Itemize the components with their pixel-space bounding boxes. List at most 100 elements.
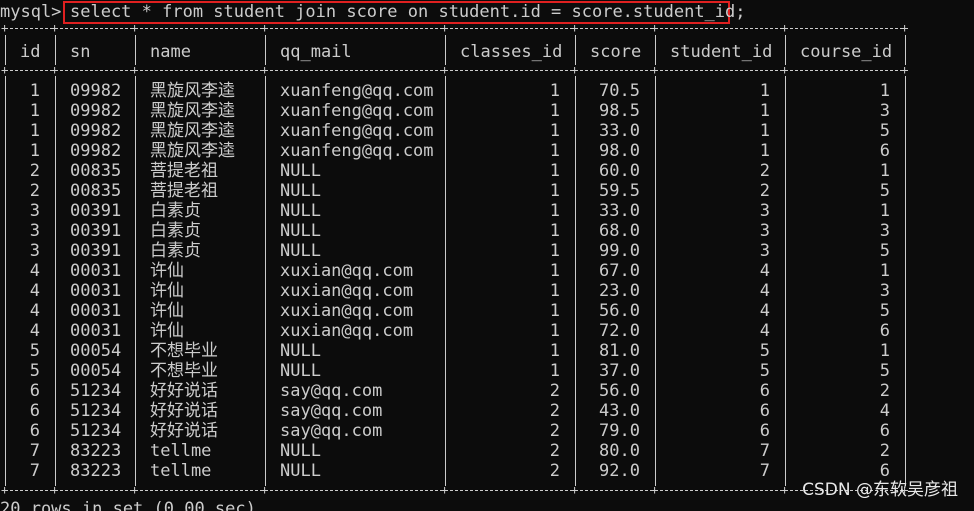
table-cell: tellme [150, 441, 212, 461]
table-cell: 5 [879, 241, 890, 261]
table-border-top-corner: + [901, 21, 909, 35]
column-separator [655, 35, 656, 65]
column-header: course_id [800, 42, 893, 62]
table-cell: 72.0 [599, 321, 640, 341]
table-border-top-corner: + [651, 21, 659, 35]
table-cell: 6 [879, 321, 890, 341]
table-cell: 4 [759, 281, 770, 301]
table-cell: 1 [29, 121, 40, 141]
table-border-header-corner: + [261, 63, 269, 77]
table-border-top-corner: + [781, 21, 789, 35]
table-cell: 2 [549, 461, 560, 481]
table-cell: 4 [29, 301, 40, 321]
table-cell: 5 [879, 181, 890, 201]
column-separator [265, 35, 266, 65]
table-cell: 60.0 [599, 161, 640, 181]
table-cell: 6 [879, 461, 890, 481]
table-cell: 好好说话 [150, 381, 218, 401]
table-cell: NULL [280, 221, 321, 241]
table-cell: 1 [29, 81, 40, 101]
table-cell: 67.0 [599, 261, 640, 281]
table-cell: NULL [280, 341, 321, 361]
table-cell: 43.0 [599, 401, 640, 421]
table-cell: NULL [280, 461, 321, 481]
column-separator [5, 35, 6, 65]
terminal-window[interactable]: mysql> select * from student join score … [0, 0, 974, 511]
table-cell: xuxian@qq.com [280, 261, 414, 281]
table-cell: 3 [29, 201, 40, 221]
table-border-top [5, 28, 908, 29]
table-cell: 3 [29, 221, 40, 241]
column-separator [55, 35, 56, 65]
table-cell: 56.0 [599, 381, 640, 401]
table-cell: 1 [759, 121, 770, 141]
table-cell: 5 [879, 301, 890, 321]
table-cell: 2 [879, 441, 890, 461]
column-separator [575, 35, 576, 65]
column-separator [445, 35, 446, 65]
table-cell: 6 [29, 401, 40, 421]
table-cell: NULL [280, 441, 321, 461]
column-header: classes_id [460, 42, 563, 62]
column-separator [55, 76, 56, 486]
table-cell: xuxian@qq.com [280, 301, 414, 321]
table-cell: xuxian@qq.com [280, 321, 414, 341]
table-cell: 23.0 [599, 281, 640, 301]
table-cell: 1 [879, 201, 890, 221]
table-cell: 81.0 [599, 341, 640, 361]
column-header: id [20, 42, 41, 62]
table-cell: 5 [879, 361, 890, 381]
table-cell: 1 [759, 141, 770, 161]
table-cell: xuxian@qq.com [280, 281, 414, 301]
table-border-top-corner: + [1, 21, 9, 35]
table-cell: 2 [549, 441, 560, 461]
table-cell: 4 [29, 261, 40, 281]
column-separator [135, 35, 136, 65]
table-cell: NULL [280, 181, 321, 201]
column-separator [905, 76, 906, 486]
sql-command: select * from student join score on stud… [70, 2, 746, 22]
table-cell: 1 [29, 141, 40, 161]
table-border-header-corner: + [901, 63, 909, 77]
table-cell: 33.0 [599, 121, 640, 141]
table-cell: xuanfeng@qq.com [280, 141, 434, 161]
table-cell: 3 [879, 281, 890, 301]
table-cell: 09982 [70, 101, 122, 121]
table-cell: 00031 [70, 261, 122, 281]
table-cell: 4 [29, 281, 40, 301]
table-border-bottom [5, 490, 908, 491]
table-cell: 4 [759, 301, 770, 321]
table-cell: 4 [879, 401, 890, 421]
table-cell: 00031 [70, 281, 122, 301]
table-cell: 1 [549, 201, 560, 221]
table-cell: 00031 [70, 301, 122, 321]
table-cell: 黑旋风李逵 [150, 141, 235, 161]
column-header: qq_mail [280, 42, 352, 62]
table-cell: 好好说话 [150, 421, 218, 441]
table-cell: 70.5 [599, 81, 640, 101]
table-cell: say@qq.com [280, 401, 383, 421]
table-cell: 许仙 [150, 281, 184, 301]
table-cell: 7 [759, 461, 770, 481]
table-border-header-corner: + [571, 63, 579, 77]
table-cell: 1 [549, 321, 560, 341]
table-cell: 2 [759, 181, 770, 201]
table-cell: 5 [759, 341, 770, 361]
table-cell: 56.0 [599, 301, 640, 321]
table-border-header-corner: + [131, 63, 139, 77]
table-border-header-corner: + [651, 63, 659, 77]
table-cell: 1 [549, 341, 560, 361]
table-cell: 4 [759, 261, 770, 281]
table-cell: 5 [29, 341, 40, 361]
table-border-header [5, 70, 908, 71]
table-cell: 1 [759, 101, 770, 121]
table-cell: 00054 [70, 341, 122, 361]
table-cell: 1 [549, 241, 560, 261]
table-cell: NULL [280, 241, 321, 261]
column-header: student_id [670, 42, 773, 62]
table-cell: tellme [150, 461, 212, 481]
table-cell: 1 [879, 161, 890, 181]
table-cell: 1 [549, 81, 560, 101]
table-cell: 6 [879, 421, 890, 441]
table-border-header-corner: + [781, 63, 789, 77]
